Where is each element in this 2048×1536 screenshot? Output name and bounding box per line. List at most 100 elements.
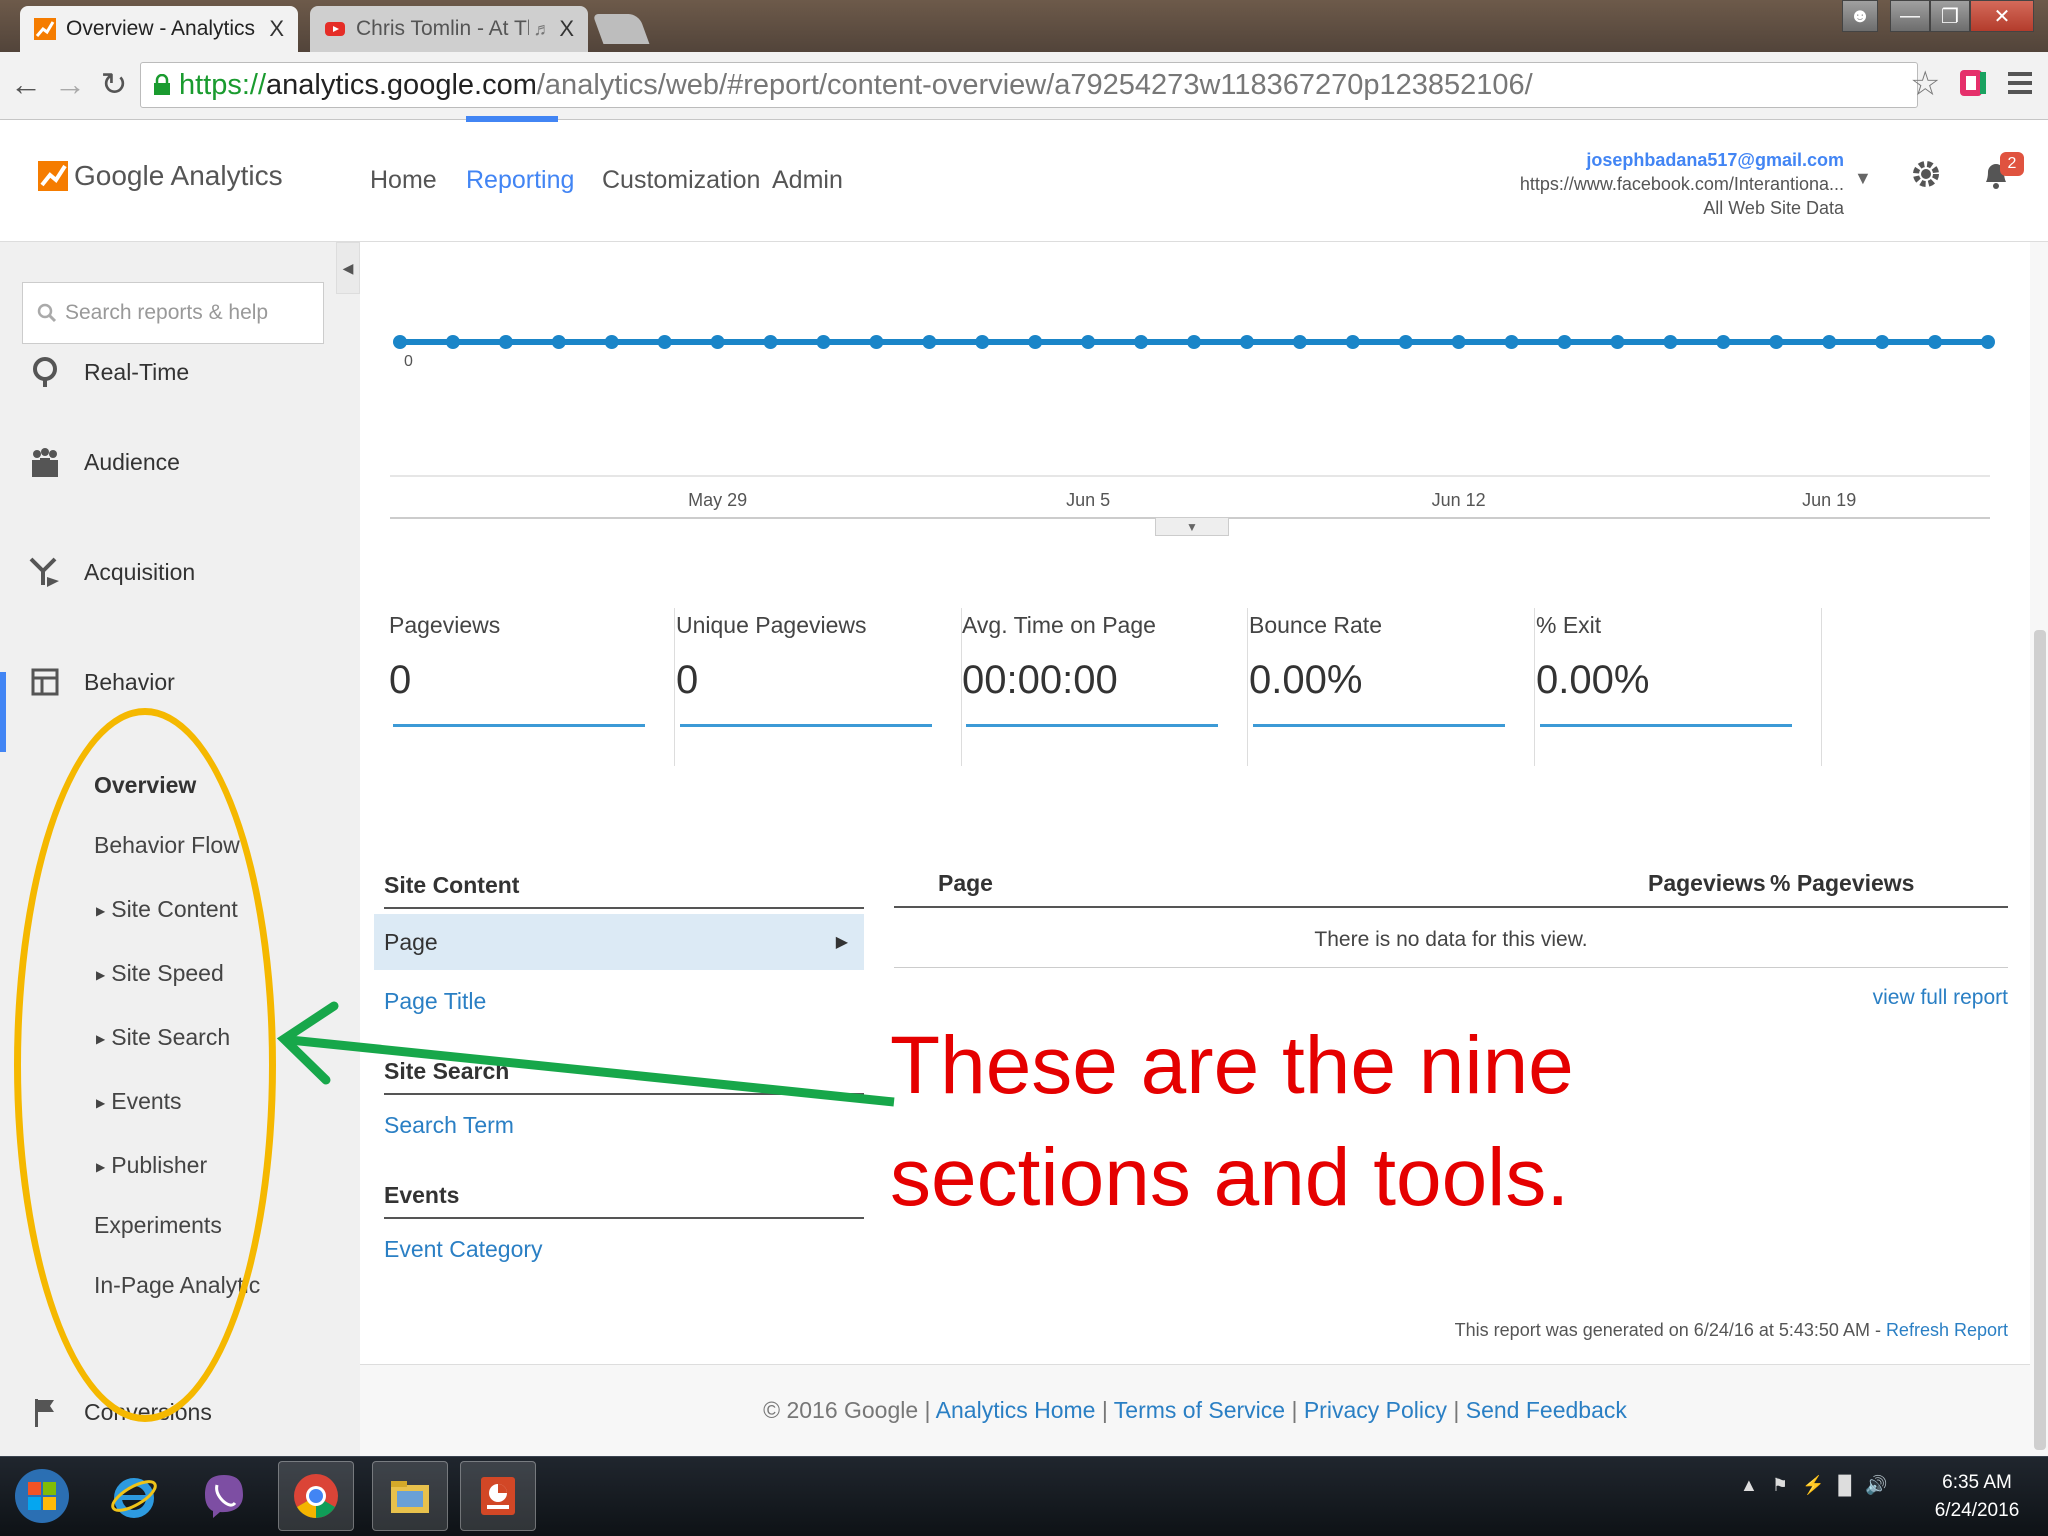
chevron-right-icon: ▶ [835,934,848,951]
dimension-label: Page [384,928,438,955]
profile-icon[interactable]: ☻ [1842,0,1878,32]
nav-admin[interactable]: Admin [772,166,843,195]
nav-reporting[interactable]: Reporting [466,166,574,195]
sparkline [966,724,1218,727]
tab-youtube[interactable]: Chris Tomlin - At The C ♬ X [310,6,588,52]
data-point [657,335,672,349]
generated-text: This report was generated on 6/24/16 at … [1454,1320,1886,1340]
tab-close-icon[interactable]: X [269,16,284,42]
analytics-logo-icon [38,161,68,191]
windows-start-button[interactable] [4,1461,80,1531]
minimize-button[interactable]: — [1890,0,1930,32]
sidebar-item-acquisition[interactable]: Acquisition [0,542,360,602]
sparkline [1540,724,1792,727]
active-section-indicator [0,672,6,752]
x-tick-label: Jun 5 [1066,490,1111,510]
clock-time: 6:35 AM [1942,1472,2012,1493]
metric-label: % Exit [1536,612,1602,638]
footer-link-terms[interactable]: Terms of Service [1114,1397,1285,1423]
clock-date: 6/24/2016 [1934,1500,2020,1521]
footer-link-privacy[interactable]: Privacy Policy [1304,1397,1447,1423]
bookmark-star-icon[interactable]: ☆ [1910,64,1940,104]
metric-unique-pageviews[interactable]: Unique Pageviews 0 [676,608,962,766]
sidebar-item-label: Audience [84,448,180,475]
behavior-layout-icon [28,665,62,699]
nav-customization[interactable]: Customization [602,166,760,195]
data-point [445,335,460,349]
system-clock[interactable]: 6:35 AM 6/24/2016 [1922,1469,2032,1525]
action-center-flag-icon[interactable]: ⚑ [1772,1475,1788,1496]
column-header-pageviews[interactable]: Pageviews [1648,870,1766,897]
powerpoint-icon[interactable] [460,1461,536,1531]
account-email: josephbadana517@gmail.com [1586,150,1844,170]
tab-analytics[interactable]: Overview - Analytics X [20,6,298,52]
power-icon[interactable]: ⚡ [1802,1475,1824,1496]
ga-logo[interactable]: Google Analytics [38,160,283,192]
show-hidden-icons[interactable]: ▲ [1740,1475,1758,1496]
new-tab-button[interactable] [592,14,650,44]
data-point [1239,335,1254,349]
close-window-button[interactable]: ✕ [1970,0,2034,32]
gear-icon[interactable] [1910,158,1942,190]
metric-exit-rate[interactable]: % Exit 0.00% [1536,608,1822,766]
annotation-callout: These are the nine sections and tools. [890,1010,1574,1234]
sidebar-item-behavior[interactable]: Behavior [0,652,360,712]
url-scheme: https:// [179,68,267,101]
sidebar-item-label: Real-Time [84,358,190,385]
data-point [498,335,513,349]
refresh-report-link[interactable]: Refresh Report [1886,1320,2008,1340]
tab-close-icon[interactable]: X [559,16,574,42]
sparkline [393,724,645,727]
sidebar-item-audience[interactable]: Audience [0,432,360,492]
restore-button[interactable]: ❐ [1930,0,1970,32]
reload-icon[interactable]: ↻ [94,64,134,104]
data-point [1716,335,1731,349]
browser-menu-icon[interactable] [2004,66,2036,100]
metric-value: 0 [676,658,699,702]
sidebar-item-label: Behavior [84,668,175,695]
column-header-page[interactable]: Page [938,870,993,897]
search-input[interactable]: Search reports & help [22,282,324,344]
forward-arrow-icon[interactable]: → [50,64,90,104]
file-explorer-icon[interactable] [372,1461,448,1531]
metric-avg-time-on-page[interactable]: Avg. Time on Page 00:00:00 [962,608,1248,766]
url-path: /analytics/web/#report/content-overview/… [536,68,1533,101]
back-arrow-icon[interactable]: ← [6,64,46,104]
metric-label: Pageviews [389,612,501,638]
data-point [710,335,725,349]
network-signal-icon[interactable]: █ [1838,1475,1851,1496]
extension-icon[interactable] [1958,66,1988,100]
active-nav-indicator [466,116,558,122]
address-bar[interactable]: https://analytics.google.com/analytics/w… [140,62,1918,108]
sidebar-item-realtime[interactable]: Real-Time [0,352,360,392]
dimension-event-category-link[interactable]: Event Category [384,1236,543,1263]
data-point [604,335,619,349]
view-full-report-link[interactable]: view full report [1873,986,2008,1010]
data-point [1822,335,1837,349]
footer-link-analytics-home[interactable]: Analytics Home [936,1397,1096,1423]
chart-expand-handle[interactable]: ▼ [1155,518,1229,536]
viber-icon[interactable] [186,1461,262,1531]
dimension-page-selected[interactable]: Page ▶ [374,914,864,970]
metric-bounce-rate[interactable]: Bounce Rate 0.00% [1249,608,1535,766]
metric-pageviews[interactable]: Pageviews 0 [389,608,675,766]
data-point [1081,335,1096,349]
search-placeholder: Search reports & help [65,301,269,324]
scrollbar-thumb[interactable] [2034,630,2046,1450]
sparkline [1253,724,1505,727]
chevron-down-icon[interactable]: ▼ [1854,168,1872,189]
metric-value: 0.00% [1249,658,1363,702]
account-selector[interactable]: josephbadana517@gmail.com https://www.fa… [1520,148,1844,220]
data-point [763,335,778,349]
x-tick-label: May 29 [688,490,748,510]
account-view: All Web Site Data [1703,198,1844,218]
column-header-pct-pageviews[interactable]: % Pageviews [1770,870,1914,897]
footer-link-feedback[interactable]: Send Feedback [1466,1397,1627,1423]
collapse-sidebar-icon[interactable]: ◀ [336,242,360,294]
x-tick-label: Jun 12 [1431,490,1486,510]
chrome-icon[interactable] [278,1461,354,1531]
internet-explorer-icon[interactable] [96,1461,172,1531]
system-tray: ▲ ⚑ ⚡ █ 🔊 [1740,1475,1888,1496]
nav-home[interactable]: Home [370,166,437,195]
volume-icon[interactable]: 🔊 [1865,1475,1887,1496]
